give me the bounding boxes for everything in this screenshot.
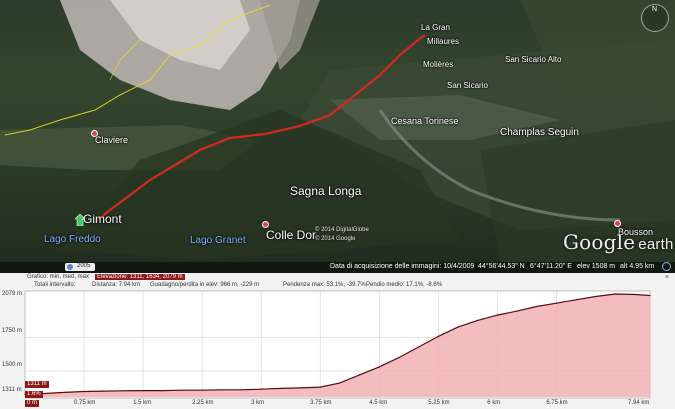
y-tick-1500: 1500 m <box>2 362 23 368</box>
close-profile-button[interactable]: × <box>663 274 671 281</box>
place-claviere: Claviere <box>95 135 129 145</box>
place-millaures: Millaures <box>427 37 460 46</box>
map-viewport[interactable]: La Gran Millaures Molières San Sicario A… <box>0 0 675 273</box>
elevation-point <box>240 389 243 391</box>
google-earth-window: La Gran Millaures Molières San Sicario A… <box>0 0 675 409</box>
x-tick-label: 4.5 km <box>369 400 388 406</box>
latitude-readout: 44°56'44.53" N <box>478 263 525 270</box>
elevation-point <box>142 390 144 392</box>
place-molieres: Molières <box>423 60 454 69</box>
max-slope: Pendenza max: 53.1%, -39.7% <box>283 282 366 288</box>
x-tick-label: 1.5 km <box>133 400 152 406</box>
acquisition-date: Data di acquisizione delle immagini: 10/… <box>330 263 475 270</box>
place-la-gran: La Gran <box>421 23 450 32</box>
elevation-chart[interactable] <box>0 289 675 409</box>
average-slope: Pendio medio: 17.1%, -8.6% <box>366 282 443 288</box>
x-tick-label: 6 km <box>487 400 501 406</box>
place-gimont: Gimont <box>83 212 122 226</box>
elevation-point <box>418 346 420 348</box>
x-tick-label: 2.25 km <box>192 400 214 406</box>
elevation-point <box>339 382 341 384</box>
place-lago-freddo: Lago Freddo <box>44 234 101 245</box>
x-tick-label: 6.75 km <box>546 400 568 406</box>
clock-icon <box>67 264 73 270</box>
historical-imagery-year[interactable]: 2005 <box>65 263 95 271</box>
copyright-google: © 2014 Google <box>315 236 356 242</box>
place-lago-granet: Lago Granet <box>190 235 246 246</box>
elevation-point <box>457 326 459 328</box>
elevation-point <box>378 366 380 368</box>
compass-icon[interactable]: N <box>641 4 669 32</box>
elevation-point <box>221 389 223 391</box>
elevation-point <box>358 374 361 376</box>
elevation-point <box>555 302 557 304</box>
elevation-point <box>201 389 203 391</box>
elevation-point <box>299 387 302 389</box>
cursor-slope-marker: 1.6% <box>25 391 43 398</box>
place-sagna-longa: Sagna Longa <box>290 184 362 198</box>
x-tick-label: 7.94 km <box>628 400 650 406</box>
place-cesana-torinese: Cesana Torinese <box>391 116 459 126</box>
elevation-point <box>496 314 498 316</box>
y-tick-2079: 2079 m <box>2 291 23 297</box>
copyright-digitalglobe: © 2014 DigitalGlobe <box>315 227 369 233</box>
start-marker-icon[interactable] <box>74 213 86 227</box>
distance-total: Distanza: 7.94 km <box>92 282 141 288</box>
status-loading-icon <box>662 262 671 271</box>
elevation-point <box>44 392 46 395</box>
status-bar: Data di acquisizione delle immagini: 10/… <box>0 262 675 273</box>
elevation-point <box>477 319 479 321</box>
elevation-point <box>575 299 577 301</box>
elevation-point <box>536 305 538 308</box>
elevation-point <box>319 386 321 388</box>
x-tick-label: 3.75 km <box>310 400 332 406</box>
colle-pin-icon[interactable] <box>262 221 269 228</box>
elevation-point <box>398 357 400 359</box>
altitude-readout: alt 4.95 km <box>620 263 655 270</box>
x-tick-label: 3 km <box>251 400 265 406</box>
elevation-readout: elev 1508 m <box>577 263 616 270</box>
y-tick-1311: 1311 m <box>2 387 22 393</box>
elevation-point <box>181 389 183 391</box>
y-tick-1750: 1750 m <box>2 328 23 334</box>
elevation-summary[interactable]: Elevazione: 1311, 1634, 2079 m <box>95 274 185 280</box>
elevation-point <box>260 388 262 390</box>
cursor-position-marker: 0 m <box>25 400 40 407</box>
longitude-readout: 6°47'11.20" E <box>530 263 572 270</box>
totals-label: Totali intervallo: <box>34 282 76 288</box>
elevation-point <box>595 295 597 298</box>
elevation-point <box>614 293 617 295</box>
cursor-elevation-marker: 1311 m <box>25 381 49 388</box>
place-colle: Colle Dor <box>266 228 317 242</box>
google-earth-logo: Google earth <box>563 230 674 254</box>
bousson-pin-icon[interactable] <box>614 220 621 227</box>
elevation-point <box>516 310 518 312</box>
place-san-sicario-alto: San Sicario Alto <box>505 55 562 64</box>
elevation-point <box>122 390 124 392</box>
x-tick-label: 5.25 km <box>428 400 450 406</box>
profile-header-row: Grafico: min, med, max Elevazione: 1311,… <box>0 274 675 282</box>
elevation-point <box>437 335 439 337</box>
graph-mode-label: Grafico: min, med, max <box>27 274 90 280</box>
elevation-point <box>83 390 85 393</box>
elevation-point <box>63 391 65 393</box>
elevation-point <box>634 293 636 296</box>
elevation-point <box>103 390 105 392</box>
elevation-point <box>280 387 282 389</box>
elevation-point <box>162 390 164 392</box>
place-champlas-seguin: Champlas Seguin <box>500 127 579 138</box>
elevation-gain-loss: Guadagno/perdita in elev: 966 m, -229 m <box>150 282 260 288</box>
place-san-sicario: San Sicario <box>447 81 488 90</box>
elevation-point <box>649 294 651 297</box>
x-tick-label: 0.75 km <box>74 400 96 406</box>
